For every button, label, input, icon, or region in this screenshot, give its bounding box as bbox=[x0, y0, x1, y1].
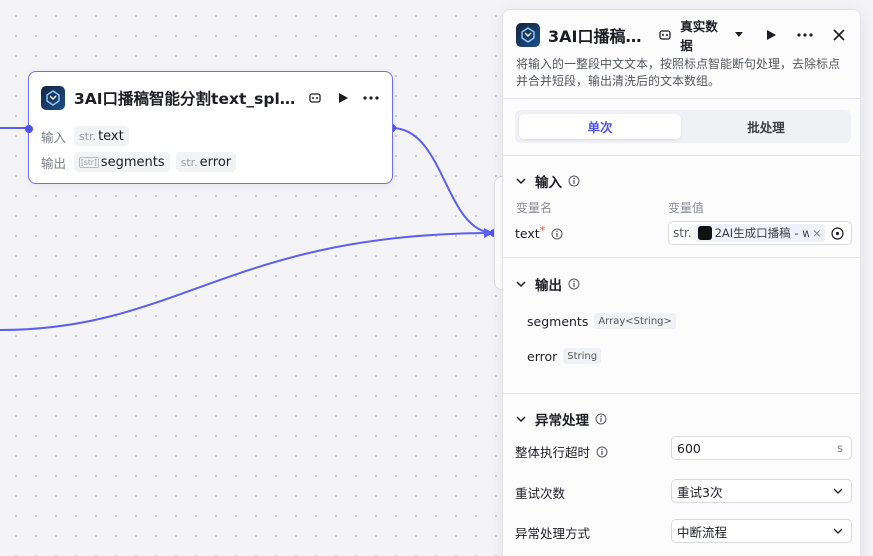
divider bbox=[503, 98, 860, 99]
exception-mode-label: 异常处理方式 bbox=[515, 526, 591, 541]
output-tag-error: str. error bbox=[175, 152, 237, 172]
info-icon bbox=[595, 413, 607, 425]
panel-run-icon[interactable] bbox=[760, 24, 782, 46]
caret-down-icon bbox=[735, 32, 744, 37]
target-icon[interactable] bbox=[831, 226, 844, 240]
var-text-value-field[interactable]: str. 2AI生成口播稿 - w... × bbox=[668, 221, 852, 245]
text-split-node-card[interactable]: 3AI口播稿智能分割text_split_node 输入 str.text 输出… bbox=[25, 71, 393, 184]
info-icon bbox=[596, 446, 608, 457]
run-icon[interactable] bbox=[332, 87, 354, 109]
var-text-label: text * bbox=[515, 224, 563, 241]
timeout-input[interactable]: 600 s bbox=[671, 436, 852, 460]
port-in[interactable] bbox=[25, 125, 33, 133]
node-settings-panel: 3AI口播稿智能分割 真实数据 将输入的一整段中文文本，按照标点智能断句处理，去… bbox=[502, 9, 861, 556]
node-input-row: 输入 str. text bbox=[41, 126, 135, 146]
exception-section-header[interactable]: 异常处理 bbox=[515, 409, 607, 429]
panel-description: 将输入的一整段中文文本，按照标点智能断句处理，去除标点并合并短段，输出清洗后的文… bbox=[516, 57, 841, 88]
col-var-name: 变量名 bbox=[516, 201, 553, 215]
node-logo-icon bbox=[41, 86, 65, 110]
ref-node-icon bbox=[697, 226, 712, 240]
more-icon[interactable] bbox=[360, 87, 382, 109]
panel-more-icon[interactable] bbox=[794, 24, 816, 46]
panel-title: 3AI口播稿智能分割 bbox=[548, 27, 644, 46]
debug-icon[interactable] bbox=[304, 87, 326, 109]
exception-mode-select[interactable]: 中断流程 bbox=[671, 519, 852, 543]
panel-debug-icon[interactable] bbox=[654, 24, 676, 46]
tab-single[interactable]: 单次 bbox=[519, 114, 681, 139]
chevron-down-icon bbox=[516, 178, 526, 185]
divider bbox=[503, 257, 860, 258]
chevron-down-icon bbox=[516, 416, 526, 423]
close-icon[interactable] bbox=[828, 24, 850, 46]
chevron-down-icon bbox=[516, 281, 526, 288]
input-label: 输入 bbox=[41, 129, 67, 145]
output-item-error: error String bbox=[527, 348, 602, 364]
data-mode-dropdown[interactable]: 真实数据 bbox=[680, 16, 744, 54]
chevron-down-icon bbox=[833, 488, 843, 494]
edge-lower[interactable] bbox=[0, 232, 495, 331]
edge-node-to-next[interactable] bbox=[391, 127, 495, 234]
output-label: 输出 bbox=[41, 155, 67, 171]
node-title: 3AI口播稿智能分割text_split_node bbox=[74, 90, 296, 108]
input-tag-text: str. text bbox=[74, 126, 129, 146]
output-tag-segments: [str] segments bbox=[74, 152, 170, 172]
run-mode-tabs: 单次 批处理 bbox=[515, 110, 851, 143]
col-var-value: 变量值 bbox=[668, 201, 705, 215]
output-section-header[interactable]: 输出 bbox=[515, 274, 580, 294]
input-section-header[interactable]: 输入 bbox=[515, 171, 580, 191]
node-output-row: 输出 [str] segments str. error bbox=[41, 152, 242, 172]
retry-select[interactable]: 重试3次 bbox=[671, 479, 852, 503]
remove-ref-icon[interactable]: × bbox=[812, 226, 822, 240]
retry-label: 重试次数 bbox=[515, 486, 566, 501]
var-ref-tag[interactable]: 2AI生成口播稿 - w... × bbox=[694, 224, 825, 242]
info-icon bbox=[551, 228, 563, 239]
chevron-down-icon bbox=[833, 528, 843, 534]
info-icon bbox=[568, 278, 580, 290]
divider bbox=[503, 155, 860, 156]
panel-logo-icon bbox=[516, 23, 540, 47]
tab-batch[interactable]: 批处理 bbox=[685, 114, 847, 139]
info-icon bbox=[568, 175, 580, 187]
timeout-label: 整体执行超时 bbox=[515, 442, 608, 461]
divider bbox=[503, 393, 860, 394]
output-item-segments: segments Array<String> bbox=[527, 313, 676, 329]
